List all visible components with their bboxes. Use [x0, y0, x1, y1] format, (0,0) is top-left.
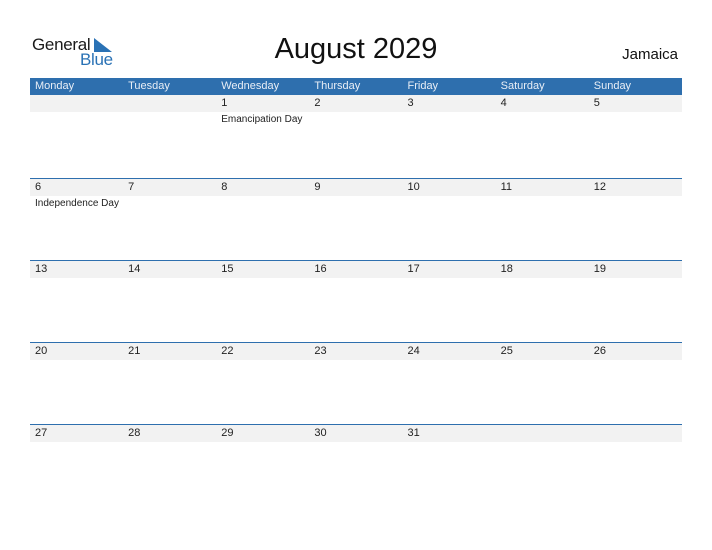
weekday-saturday: Saturday — [500, 80, 545, 92]
holiday-label — [123, 113, 216, 126]
weekday-sunday: Sunday — [593, 80, 632, 92]
day-number: 31 — [407, 427, 420, 439]
holiday-label — [496, 197, 589, 210]
day-number: 19 — [593, 263, 606, 275]
day-number: 11 — [500, 181, 513, 193]
weekday-friday: Friday — [407, 80, 439, 92]
events-row — [30, 278, 682, 279]
day-number — [496, 425, 589, 442]
day-number: 2 — [314, 97, 321, 109]
day-number: 8 — [221, 181, 228, 193]
holiday-label — [216, 197, 309, 210]
weekday-wednesday: Wednesday — [221, 80, 280, 92]
holiday-label — [589, 197, 682, 210]
holiday-label — [403, 113, 496, 126]
date-strip: 1 2 3 4 5 — [30, 95, 682, 112]
day-number: 12 — [593, 181, 606, 193]
date-strip: 6 7 8 9 10 11 12 — [30, 179, 682, 196]
day-number: 10 — [407, 181, 420, 193]
holiday-label — [30, 113, 123, 126]
calendar-grid: Monday Tuesday Wednesday Thursday Friday… — [30, 78, 682, 506]
date-strip: 13 14 15 16 17 18 19 — [30, 261, 682, 278]
day-number — [123, 95, 216, 112]
holiday-label — [309, 113, 402, 126]
holiday-label — [589, 113, 682, 126]
week-row: 13 14 15 16 17 18 19 — [30, 260, 682, 342]
day-number: 9 — [314, 181, 321, 193]
day-number — [589, 425, 682, 442]
weekday-thursday: Thursday — [314, 80, 361, 92]
country-label: Jamaica — [622, 46, 678, 63]
holiday-label — [403, 197, 496, 210]
week-row: 1 2 3 4 5 Emancipation Day — [30, 95, 682, 178]
week-row: 27 28 29 30 31 — [30, 424, 682, 506]
day-number: 6 — [35, 181, 42, 193]
day-number: 25 — [500, 345, 513, 357]
day-number: 17 — [407, 263, 420, 275]
day-number: 7 — [128, 181, 135, 193]
day-number: 27 — [35, 427, 48, 439]
day-number: 23 — [314, 345, 327, 357]
day-number: 16 — [314, 263, 327, 275]
holiday-label: Independence Day — [35, 198, 119, 209]
holiday-label — [309, 197, 402, 210]
day-number: 13 — [35, 263, 48, 275]
holiday-label — [123, 197, 216, 210]
day-number: 14 — [128, 263, 141, 275]
date-strip: 20 21 22 23 24 25 26 — [30, 343, 682, 360]
weekday-tuesday: Tuesday — [128, 80, 170, 92]
weeks-container: 1 2 3 4 5 Emancipation Day 6 7 8 9 10 11 12 Independe… — [30, 95, 682, 506]
day-number: 3 — [407, 97, 414, 109]
day-number: 18 — [500, 263, 513, 275]
day-number: 24 — [407, 345, 420, 357]
day-number: 1 — [221, 97, 228, 109]
day-number: 26 — [593, 345, 606, 357]
day-number: 20 — [35, 345, 48, 357]
day-number: 30 — [314, 427, 327, 439]
day-number: 4 — [500, 97, 507, 109]
events-row — [30, 360, 682, 361]
day-number: 28 — [128, 427, 141, 439]
week-row: 6 7 8 9 10 11 12 Independence Day — [30, 178, 682, 260]
calendar-title: August 2029 — [274, 33, 438, 65]
events-row: Emancipation Day — [30, 112, 682, 126]
weekday-header: Monday Tuesday Wednesday Thursday Friday… — [30, 78, 682, 95]
week-row: 20 21 22 23 24 25 26 — [30, 342, 682, 424]
day-number: 29 — [221, 427, 234, 439]
date-strip: 27 28 29 30 31 — [30, 425, 682, 442]
day-number: 15 — [221, 263, 234, 275]
holiday-label: Emancipation Day — [221, 114, 303, 125]
day-number: 22 — [221, 345, 234, 357]
events-row: Independence Day — [30, 196, 682, 210]
day-number: 5 — [593, 97, 600, 109]
weekday-monday: Monday — [35, 80, 75, 92]
day-number — [30, 95, 123, 112]
events-row — [30, 442, 682, 443]
holiday-label — [496, 113, 589, 126]
day-number: 21 — [128, 345, 141, 357]
